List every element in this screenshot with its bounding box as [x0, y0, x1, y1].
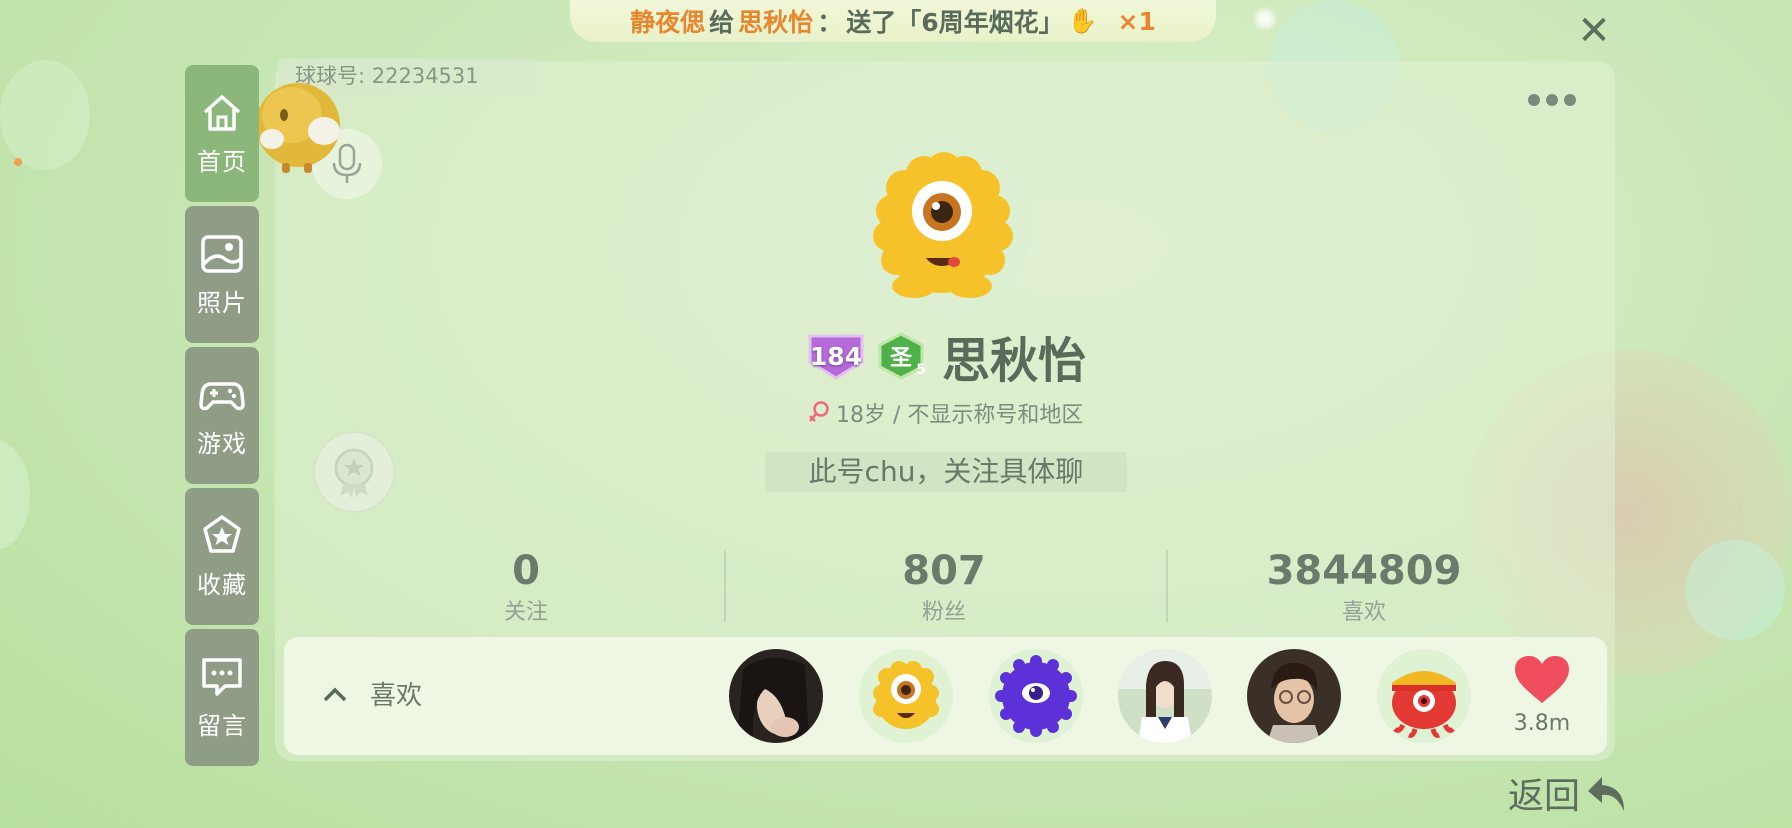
like-heart-button[interactable]: 3.8m	[1506, 655, 1578, 736]
nav-label: 游戏	[197, 430, 247, 458]
profile-meta-text: 18岁 / 不显示称号和地区	[836, 403, 1084, 428]
nav-label: 收藏	[197, 571, 247, 599]
banner-quantity: ×1	[1117, 6, 1156, 36]
close-button[interactable]: ✕	[1576, 11, 1612, 51]
monster-avatar-icon	[873, 152, 1013, 298]
star-icon	[203, 515, 241, 553]
liker-avatar[interactable]	[1247, 649, 1341, 743]
liker-avatar[interactable]	[989, 649, 1083, 743]
medal-icon	[334, 448, 374, 498]
red-monster-avatar-icon	[1392, 671, 1456, 738]
side-nav: 首页 照片 游戏 收藏 留言	[185, 65, 259, 770]
background-bubble	[0, 60, 90, 170]
purple-monster-avatar-icon	[995, 655, 1077, 737]
photo-icon	[201, 235, 243, 273]
likes-toggle-button[interactable]: 喜欢	[322, 675, 422, 712]
likes-label: 喜欢	[370, 681, 423, 711]
user-photo-avatar	[729, 649, 823, 743]
stat-following[interactable]: 0 关注	[376, 548, 676, 626]
nav-home[interactable]: 首页	[185, 65, 259, 202]
profile-avatar[interactable]	[852, 136, 1032, 316]
background-bubble	[1685, 540, 1785, 640]
rank-badge: 圣 5	[876, 332, 926, 380]
back-button[interactable]: 返回	[1508, 768, 1628, 818]
sparkle-icon	[1252, 6, 1278, 32]
stat-label: 粉丝	[921, 600, 966, 625]
nav-photos[interactable]: 照片	[185, 206, 259, 343]
dot-icon	[1546, 94, 1558, 106]
nav-games[interactable]: 游戏	[185, 347, 259, 484]
monster-avatar-icon	[873, 661, 939, 729]
profile-bio: 此号chu，关注具体聊	[765, 452, 1127, 492]
name-row: 184 圣 5 思秋怡	[806, 326, 1086, 389]
profile-meta: 18岁 / 不显示称号和地区	[808, 398, 1083, 428]
banner-verb: 给	[709, 8, 735, 37]
likes-bar: 喜欢 3.8m	[284, 637, 1607, 755]
nav-label: 照片	[197, 289, 247, 317]
more-options-button[interactable]	[1528, 93, 1584, 107]
nav-label: 首页	[197, 148, 247, 176]
banner-action: 送了「6周年烟花」	[846, 8, 1064, 37]
background-dot	[14, 158, 22, 166]
stat-label: 喜欢	[1341, 600, 1386, 625]
message-icon	[202, 658, 242, 696]
user-photo-avatar	[1247, 649, 1341, 743]
home-icon	[203, 95, 241, 131]
dot-icon	[1528, 94, 1540, 106]
dot-icon	[1564, 94, 1576, 106]
nav-favorites[interactable]: 收藏	[185, 488, 259, 625]
gift-banner: 静夜偲 给 思秋怡 ： 送了「6周年烟花」 ✋ ×1	[570, 0, 1216, 42]
chevron-up-icon	[323, 687, 347, 701]
stat-divider	[724, 550, 726, 622]
level-value: 184	[809, 341, 863, 371]
liker-avatar[interactable]	[1377, 649, 1471, 743]
nav-label: 留言	[197, 712, 247, 740]
stat-followers[interactable]: 807 粉丝	[794, 548, 1094, 626]
stat-divider	[1166, 550, 1168, 622]
user-photo-avatar	[1118, 649, 1212, 743]
liker-avatar[interactable]	[1118, 649, 1212, 743]
stat-likes[interactable]: 3844809 喜欢	[1214, 548, 1514, 626]
gamepad-icon	[199, 382, 245, 411]
return-arrow-icon	[1588, 777, 1625, 811]
nickname: 思秋怡	[942, 333, 1087, 389]
rank-tier: 5	[916, 362, 926, 378]
heart-icon	[1515, 656, 1569, 703]
stat-label: 关注	[503, 600, 548, 625]
liker-avatar[interactable]	[729, 649, 823, 743]
rank-title: 圣	[889, 346, 912, 371]
female-icon	[809, 401, 829, 422]
level-badge: 184	[806, 332, 866, 380]
banner-colon: ：	[817, 8, 843, 37]
gift-hand-icon: ✋	[1067, 7, 1098, 35]
liker-avatar[interactable]	[859, 649, 953, 743]
back-label: 返回	[1508, 776, 1581, 817]
stat-value: 3844809	[1266, 548, 1462, 594]
background-bubble	[0, 440, 30, 550]
pet-chick-icon	[256, 83, 340, 173]
stat-value: 807	[902, 548, 986, 594]
nav-messages[interactable]: 留言	[185, 629, 259, 766]
heart-count: 3.8m	[1513, 711, 1571, 736]
stat-value: 0	[512, 548, 540, 594]
banner-receiver: 思秋怡	[738, 8, 814, 37]
banner-sender: 静夜偲	[630, 8, 706, 37]
medal-button[interactable]	[313, 431, 395, 513]
